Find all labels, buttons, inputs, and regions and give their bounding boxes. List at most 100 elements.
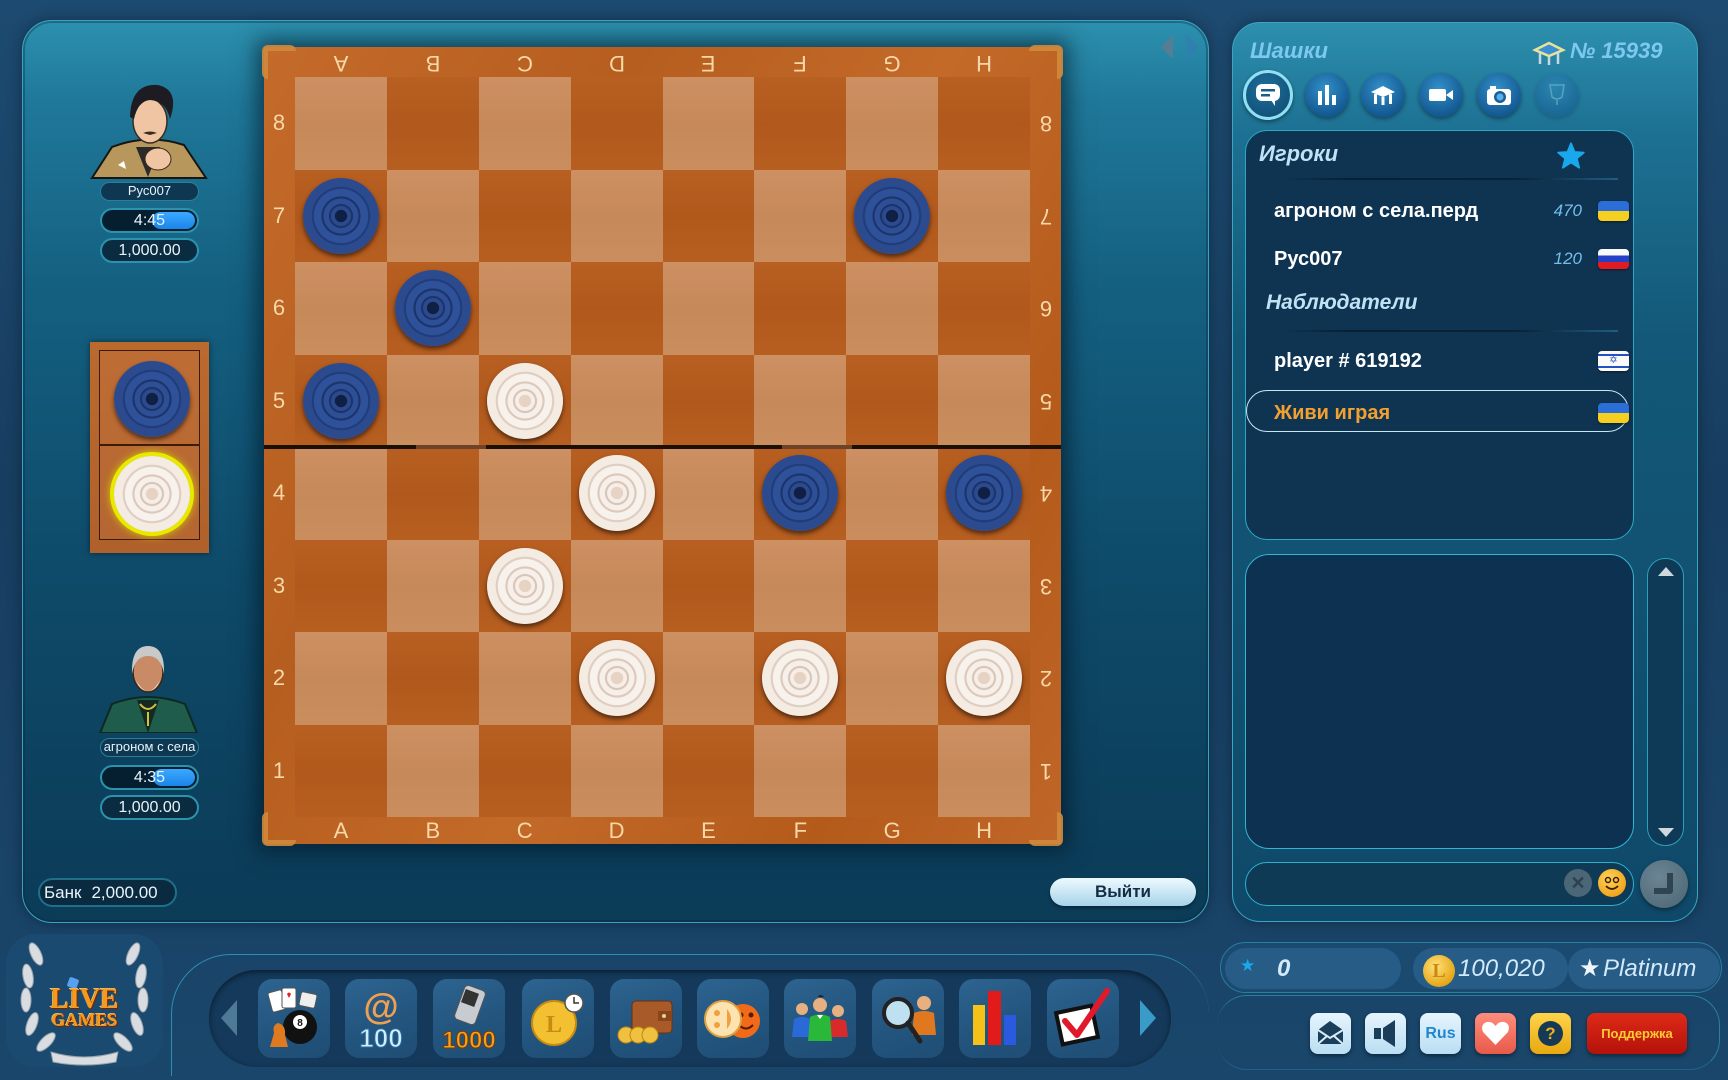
tab-trophy[interactable] <box>1535 73 1579 117</box>
blue-checker-piece[interactable] <box>302 362 379 439</box>
checkers-board[interactable]: A A B B C C D D E E F F G G H H 8 8 7 7 6 6 5 5 4 4 3 3 2 2 1 1 <box>262 45 1063 846</box>
board-square[interactable] <box>386 77 479 170</box>
board-square[interactable] <box>570 539 663 632</box>
live-games-logo[interactable]: LIVE GAMES <box>6 934 163 1067</box>
blue-checker-piece[interactable] <box>302 177 379 254</box>
bottom-player-avatar[interactable] <box>97 634 200 733</box>
board-square[interactable] <box>478 724 571 817</box>
chevron-right-icon[interactable] <box>1182 33 1200 61</box>
board-square[interactable] <box>570 262 663 355</box>
top-player-avatar[interactable] <box>88 77 209 179</box>
board-square[interactable] <box>846 354 939 447</box>
scroll-down-icon[interactable] <box>1658 828 1674 837</box>
clear-input-icon[interactable]: ✕ <box>1564 869 1592 897</box>
toolbar-item-friends[interactable] <box>784 979 856 1058</box>
board-square[interactable] <box>478 77 571 170</box>
white-checker-piece[interactable] <box>578 640 655 717</box>
board-square[interactable] <box>938 169 1030 262</box>
board-square[interactable] <box>938 724 1030 817</box>
board-square[interactable] <box>295 539 387 632</box>
tab-video[interactable] <box>1419 73 1463 117</box>
observer-row-name[interactable]: Живи играя <box>1274 401 1390 425</box>
board-square[interactable] <box>478 447 571 540</box>
board-square[interactable] <box>386 724 479 817</box>
board-square[interactable] <box>386 447 479 540</box>
tab-statistics[interactable] <box>1305 73 1349 117</box>
blue-checker-piece[interactable] <box>854 177 931 254</box>
board-square[interactable] <box>386 169 479 262</box>
board-square[interactable] <box>754 539 847 632</box>
board-square[interactable] <box>386 354 479 447</box>
toolbar-item-smileys[interactable] <box>697 979 769 1058</box>
board-square[interactable] <box>846 262 939 355</box>
chat-messages[interactable] <box>1245 554 1634 849</box>
board-square[interactable] <box>570 724 663 817</box>
board-square[interactable] <box>846 447 939 540</box>
toolbar-item-rating[interactable] <box>959 979 1031 1058</box>
board-square[interactable] <box>662 539 755 632</box>
tab-photo[interactable] <box>1477 73 1521 117</box>
board-square[interactable] <box>846 632 939 725</box>
board-square[interactable] <box>295 262 387 355</box>
send-message-icon[interactable] <box>1640 860 1688 908</box>
board-square[interactable] <box>386 632 479 725</box>
board-square[interactable] <box>295 447 387 540</box>
board-square[interactable] <box>662 354 755 447</box>
star-icon[interactable] <box>1557 142 1585 169</box>
help-button[interactable]: ? <box>1530 1013 1571 1054</box>
board-square[interactable] <box>754 77 847 170</box>
board-square[interactable] <box>846 724 939 817</box>
board-square[interactable] <box>662 632 755 725</box>
white-checker-piece[interactable] <box>486 547 563 624</box>
board-square[interactable] <box>754 169 847 262</box>
board-square[interactable] <box>662 77 755 170</box>
board-square[interactable] <box>938 262 1030 355</box>
chevron-left-icon[interactable] <box>1158 33 1176 61</box>
chat-scrollbar[interactable] <box>1647 558 1684 846</box>
support-button[interactable]: Поддержка <box>1587 1013 1687 1054</box>
white-checker-piece[interactable] <box>486 362 563 439</box>
player-row-name[interactable]: Рус007 <box>1274 247 1342 271</box>
toolbar-item-coin-timer[interactable]: L <box>522 979 594 1058</box>
blue-checker-piece[interactable] <box>394 270 471 347</box>
board-square[interactable] <box>754 262 847 355</box>
language-button[interactable]: Rus <box>1420 1013 1461 1054</box>
board-square[interactable] <box>570 169 663 262</box>
toolbar-next-icon[interactable] <box>1140 1000 1156 1036</box>
exit-button[interactable]: Выйти <box>1050 878 1196 906</box>
toolbar-item-search-player[interactable] <box>872 979 944 1058</box>
board-square[interactable] <box>478 169 571 262</box>
board-square[interactable] <box>295 77 387 170</box>
board-square[interactable] <box>295 632 387 725</box>
board-square[interactable] <box>570 354 663 447</box>
tab-chat[interactable] <box>1243 70 1293 120</box>
toolbar-prev-icon[interactable] <box>221 1000 237 1036</box>
toolbar-item-wallet[interactable] <box>610 979 682 1058</box>
white-checker-piece[interactable] <box>946 640 1023 717</box>
board-square[interactable] <box>478 262 571 355</box>
toolbar-item-email-bonus[interactable]: @ 100 <box>345 979 417 1058</box>
board-square[interactable] <box>662 724 755 817</box>
board-square[interactable] <box>662 447 755 540</box>
toolbar-item-phone-bonus[interactable]: 1000 <box>433 979 505 1058</box>
player-row-name[interactable]: агроном с села.перд <box>1274 199 1478 223</box>
board-square[interactable] <box>662 262 755 355</box>
board-square[interactable] <box>662 169 755 262</box>
board-square[interactable] <box>570 77 663 170</box>
board-square[interactable] <box>754 724 847 817</box>
white-checker-piece[interactable] <box>578 455 655 532</box>
favorites-button[interactable] <box>1475 1013 1516 1054</box>
board-square[interactable] <box>846 539 939 632</box>
board-square[interactable] <box>938 539 1030 632</box>
board-square[interactable] <box>938 354 1030 447</box>
scroll-up-icon[interactable] <box>1658 567 1674 576</box>
board-square[interactable] <box>295 724 387 817</box>
board-square[interactable] <box>754 354 847 447</box>
board-square[interactable] <box>938 77 1030 170</box>
tab-tables[interactable] <box>1361 73 1405 117</box>
observer-row-name[interactable]: player # 619192 <box>1274 349 1422 373</box>
sound-button[interactable] <box>1365 1013 1406 1054</box>
toolbar-item-tasks[interactable] <box>1047 979 1119 1058</box>
board-square[interactable] <box>478 632 571 725</box>
board-square[interactable] <box>846 77 939 170</box>
